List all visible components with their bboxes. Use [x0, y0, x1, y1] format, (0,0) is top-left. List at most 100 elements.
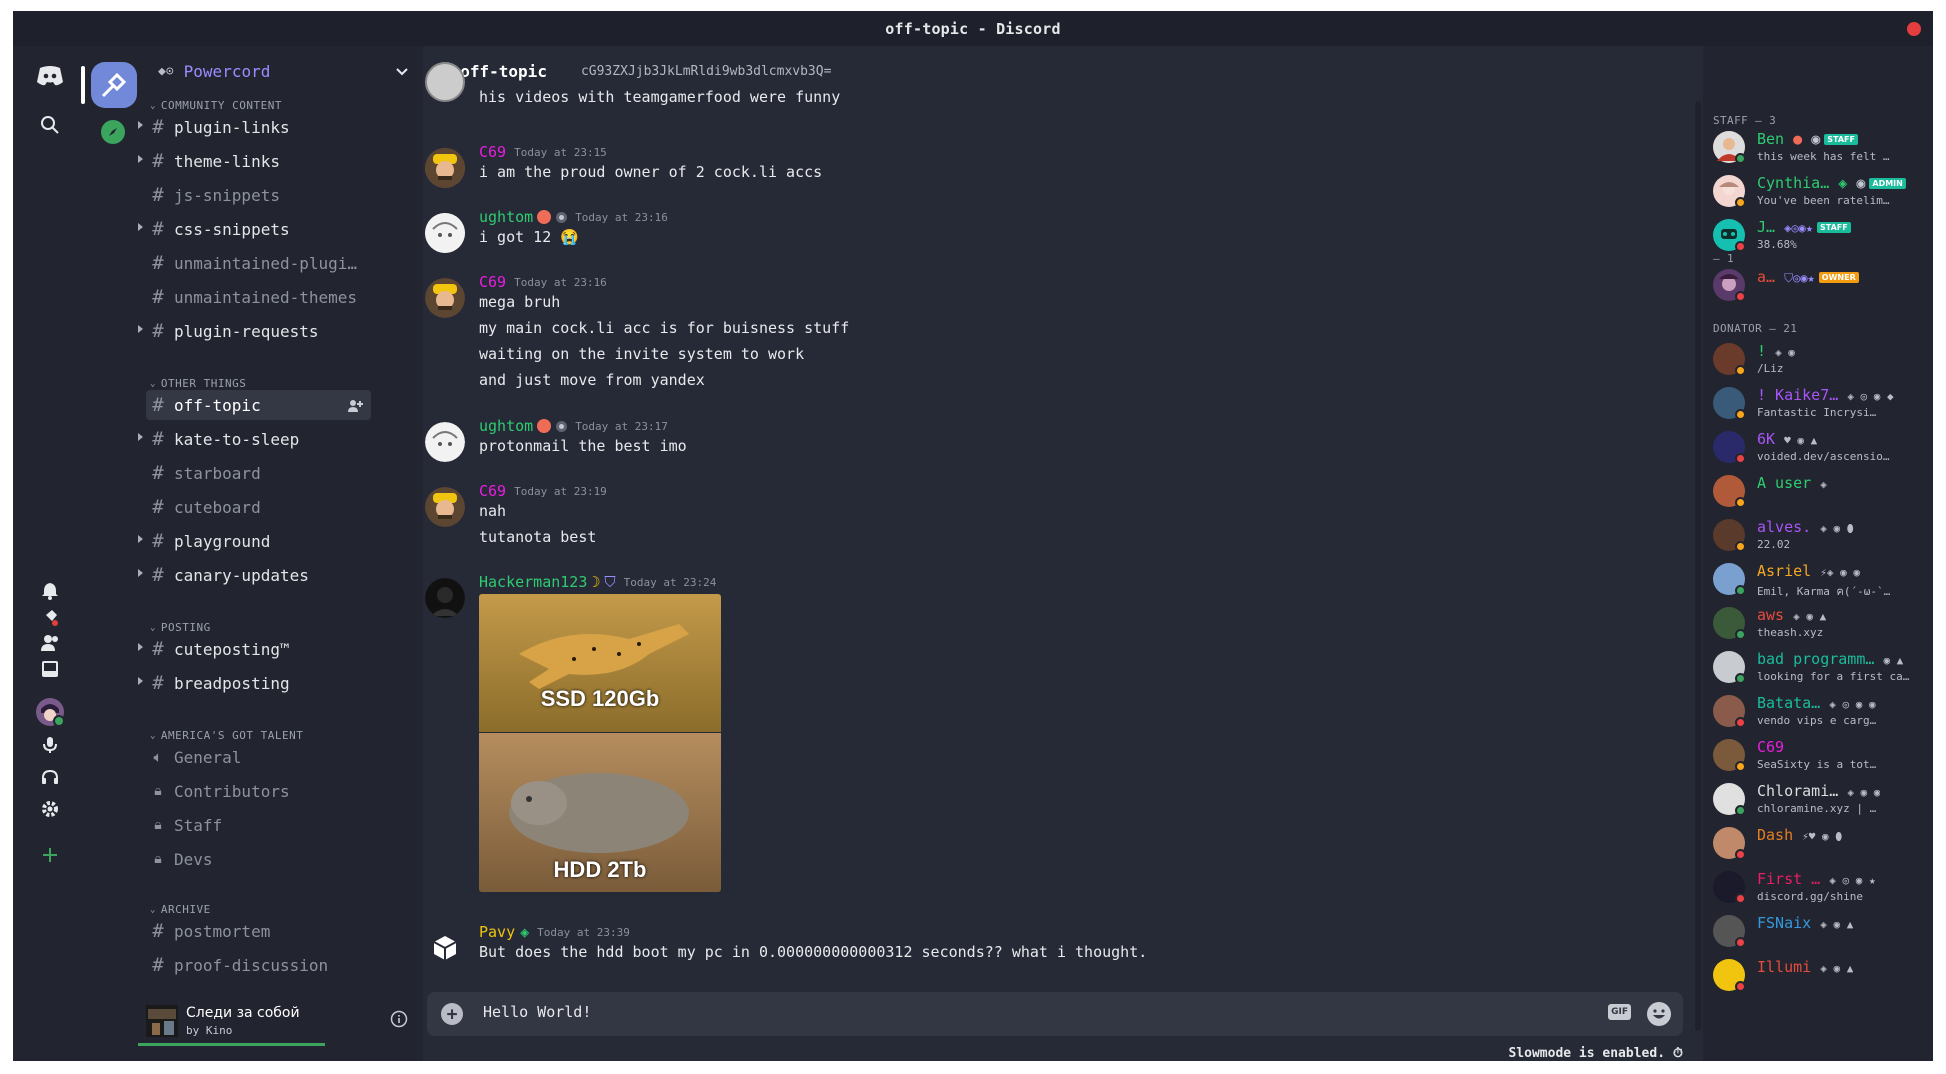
- avatar[interactable]: [425, 487, 465, 527]
- author[interactable]: C69 Today at 23:15: [479, 143, 607, 161]
- settings-gear-icon[interactable]: [35, 794, 65, 824]
- scrollbar[interactable]: [1695, 101, 1701, 1031]
- member-item[interactable]: bad programm… ◉ ▲ looking for a first ca…: [1713, 648, 1928, 688]
- member-item[interactable]: Illumi ◈ ◉ ▲: [1713, 956, 1928, 996]
- channel-proof-discussion[interactable]: # proof-discussion: [146, 950, 371, 980]
- category-archive[interactable]: ⌄ ARCHIVE: [150, 903, 211, 916]
- avatar[interactable]: [425, 213, 465, 253]
- avatar[interactable]: [425, 928, 465, 968]
- channel-css-snippets[interactable]: # css-snippets: [138, 214, 371, 244]
- inbox-icon[interactable]: [35, 654, 65, 684]
- chevron-down-icon: ⌄: [150, 622, 156, 633]
- guild-header[interactable]: ◆⊙ Powercord: [138, 46, 423, 96]
- invite-member-icon[interactable]: [347, 398, 363, 417]
- message-input[interactable]: [483, 1003, 1483, 1021]
- member-item[interactable]: ! Kaike7… ◈ ◎ ◉ ◆ Fantastic Incrysi…: [1713, 384, 1928, 424]
- member-item[interactable]: First … ◈ ◎ ◉ ★ discord.gg/shine: [1713, 868, 1928, 908]
- member-group-header: DONATOR — 21: [1713, 322, 1798, 335]
- category-community-content[interactable]: ⌄ COMMUNITY CONTENT: [150, 99, 282, 112]
- channel-starboard[interactable]: # starboard: [146, 458, 371, 488]
- status-indicator: [1735, 849, 1746, 860]
- channel-kate-to-sleep[interactable]: # kate-to-sleep: [138, 424, 371, 454]
- member-item[interactable]: ! ◈ ◉ /Liz: [1713, 340, 1928, 380]
- channel-cuteposting[interactable]: # cuteposting™: [138, 634, 371, 664]
- member-item[interactable]: alves. ◈ ◉ ⬮ 22.02: [1713, 516, 1928, 556]
- member-item[interactable]: 6K ♥ ◉ ▲ voided.dev/ascensio…: [1713, 428, 1928, 468]
- member-item[interactable]: C69 SeaSixty is a tot…: [1713, 736, 1928, 776]
- headphones-icon[interactable]: [35, 762, 65, 792]
- emoji-icon[interactable]: [1647, 1002, 1671, 1026]
- member-item[interactable]: Chlorami… ◈ ◉ ◉ chloramine.xyz | …: [1713, 780, 1928, 820]
- status-indicator: [1735, 365, 1746, 376]
- author[interactable]: C69 Today at 23:16: [479, 273, 607, 291]
- discord-home-icon[interactable]: [35, 61, 65, 91]
- category-americas-got-talent[interactable]: ⌄ AMERICA'S GOT TALENT: [150, 729, 303, 742]
- member-item[interactable]: FSNaix ◈ ◉ ▲: [1713, 912, 1928, 952]
- track-progress-bar[interactable]: [138, 1043, 325, 1046]
- channel-topic: cG93ZXJjb3JkLmRldi9wb3dlcmxvb3Q=: [580, 63, 832, 79]
- message-line: waiting on the invite system to work: [479, 345, 805, 363]
- member-name-text: Dash: [1757, 826, 1794, 844]
- member-name-text: bad programm…: [1757, 650, 1875, 668]
- member-item[interactable]: Ben ● ◉ STAFF this week has felt …: [1713, 128, 1928, 168]
- author[interactable]: C69 Today at 23:19: [479, 482, 607, 500]
- author[interactable]: ughtom Today at 23:16: [479, 208, 668, 226]
- avatar[interactable]: [425, 278, 465, 318]
- add-server-icon[interactable]: [35, 840, 65, 870]
- category-posting[interactable]: ⌄ POSTING: [150, 621, 211, 634]
- channel-plugin-links[interactable]: # plugin-links: [138, 112, 371, 142]
- avatar[interactable]: [425, 578, 465, 618]
- microphone-icon[interactable]: [35, 730, 65, 760]
- channel-off-topic[interactable]: # off-topic: [146, 390, 371, 420]
- member-item[interactable]: aws ◈ ◉ ▲ theash.xyz: [1713, 604, 1928, 644]
- info-icon[interactable]: [390, 1010, 408, 1032]
- channel-postmortem[interactable]: # postmortem: [146, 916, 371, 946]
- channel-breadposting[interactable]: # breadposting: [138, 668, 371, 698]
- user-avatar[interactable]: [35, 697, 65, 727]
- channel-plugin-requests[interactable]: # plugin-requests: [138, 316, 371, 346]
- channel-unmaintained-plugins[interactable]: # unmaintained-plugi…: [146, 248, 371, 278]
- voice-channel-contributors[interactable]: 🔒︎ Contributors: [146, 776, 371, 806]
- badge-icons: ◈ ◉ ▲: [1793, 610, 1827, 623]
- hash-icon: #: [152, 428, 164, 450]
- meme-image[interactable]: SSD 120Gb HDD 2Tb: [479, 594, 721, 892]
- member-item[interactable]: Asriel ⚡◈ ◉ ◉ Emil, Karma ฅ(´-ω-`…: [1713, 560, 1928, 600]
- channel-label: Contributors: [174, 781, 290, 801]
- avatar[interactable]: [425, 422, 465, 462]
- avatar[interactable]: [425, 148, 465, 188]
- explore-compass-icon[interactable]: [101, 120, 125, 144]
- author[interactable]: Hackerman123 ☽ ⛉ Today at 23:24: [479, 573, 716, 591]
- chevron-down-icon[interactable]: [395, 62, 409, 81]
- channel-theme-links[interactable]: # theme-links: [138, 146, 371, 176]
- close-icon[interactable]: [1907, 22, 1921, 36]
- author[interactable]: Pavy ◈ Today at 23:39: [479, 923, 630, 941]
- channel-js-snippets[interactable]: # js-snippets: [146, 180, 371, 210]
- timestamp: Today at 23:24: [623, 575, 717, 589]
- voice-channel-devs[interactable]: 🔒︎ Devs: [146, 844, 371, 874]
- upload-plus-icon[interactable]: +: [441, 1003, 463, 1025]
- message-line: and just move from yandex: [479, 371, 705, 389]
- member-item[interactable]: A user ◈: [1713, 472, 1928, 512]
- member-item[interactable]: a… ⛉◎◉★ OWNER: [1713, 266, 1928, 306]
- voice-channel-staff[interactable]: 🔒︎ Staff: [146, 810, 371, 840]
- member-item[interactable]: J… ◈◎◉★ STAFF 38.68%: [1713, 216, 1928, 256]
- voice-channel-general[interactable]: 🔈︎ General: [146, 742, 371, 772]
- powercord-server-icon[interactable]: [91, 62, 137, 108]
- member-name-text: FSNaix: [1757, 914, 1812, 932]
- member-name: J… ◈◎◉★ STAFF: [1757, 218, 1851, 236]
- search-icon[interactable]: [35, 110, 65, 140]
- member-item[interactable]: Dash ⚡♥ ◉ ⬮: [1713, 824, 1928, 864]
- channel-playground[interactable]: # playground: [138, 526, 371, 556]
- channel-unmaintained-themes[interactable]: # unmaintained-themes: [146, 282, 371, 312]
- category-label: ARCHIVE: [160, 903, 211, 916]
- member-item[interactable]: Cynthia… ◈ ◉ ADMIN You've been ratelim…: [1713, 172, 1928, 212]
- channel-canary-updates[interactable]: # canary-updates: [138, 560, 371, 590]
- author[interactable]: ughtom Today at 23:17: [479, 417, 668, 435]
- hash-icon: #: [152, 320, 164, 342]
- member-item[interactable]: Batata… ◈ ◎ ◉ ◉ vendo vips e carg…: [1713, 692, 1928, 732]
- category-other-things[interactable]: ⌄ OTHER THINGS: [150, 377, 246, 390]
- now-playing[interactable]: Следи за собой by Kino: [138, 998, 423, 1048]
- gif-button[interactable]: GIF: [1608, 1004, 1631, 1020]
- message-line: But does the hdd boot my pc in 0.0000000…: [479, 943, 1148, 961]
- channel-cuteboard[interactable]: # cuteboard: [146, 492, 371, 522]
